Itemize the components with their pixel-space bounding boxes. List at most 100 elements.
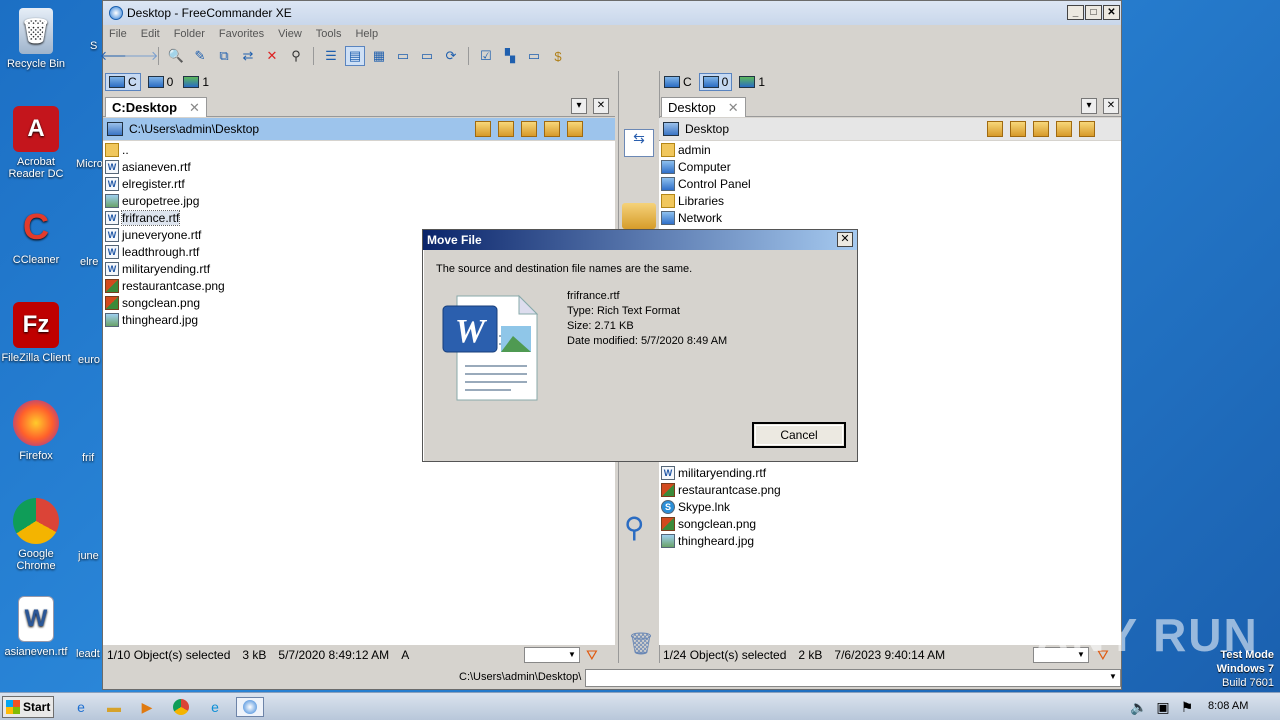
copy-icon[interactable]: ⧉ (214, 46, 234, 66)
list-item[interactable]: Libraries (659, 192, 1121, 209)
root-folder-icon[interactable] (544, 121, 560, 137)
list-item[interactable]: restaurantcase.png (659, 481, 1121, 498)
tab-desktop[interactable]: Desktop ✕ (661, 97, 746, 117)
list-item[interactable]: Welregister.rtf (103, 175, 615, 192)
folder-options-icon[interactable] (1079, 121, 1095, 137)
parent-folder-icon[interactable] (521, 121, 537, 137)
action-center-icon[interactable]: ⚑ (1176, 697, 1198, 717)
folder-options-icon[interactable] (567, 121, 583, 137)
filter-icon[interactable]: ⛛ (586, 647, 598, 664)
tab-dropdown-button[interactable]: ▾ (571, 98, 587, 114)
move-icon[interactable]: ⇄ (238, 46, 258, 66)
cancel-button[interactable]: Cancel (752, 422, 846, 448)
menu-help[interactable]: Help (355, 28, 378, 40)
drive-c-button[interactable]: C (105, 73, 141, 91)
chrome-icon[interactable] (170, 697, 192, 717)
list-item[interactable]: Wfrifrance.rtf (103, 209, 615, 226)
drive-c-button[interactable]: C (661, 74, 695, 90)
freecommander-taskbar-icon[interactable] (236, 697, 264, 717)
root-folder-icon[interactable] (1056, 121, 1072, 137)
desktop-icon-chrome[interactable]: Google Chrome (0, 498, 72, 572)
list-item[interactable]: europetree.jpg (103, 192, 615, 209)
list-item[interactable]: Computer (659, 158, 1121, 175)
left-path-bar[interactable]: C:\Users\admin\Desktop (103, 118, 615, 140)
close-button[interactable]: ✕ (1103, 5, 1120, 20)
ie-icon[interactable]: e (70, 697, 92, 717)
media-player-icon[interactable]: ▶ (136, 697, 158, 717)
desktop-icon-clipped[interactable]: leadt (76, 648, 102, 660)
binoculars-icon[interactable]: ⚲ (286, 46, 306, 66)
list-item[interactable]: Control Panel (659, 175, 1121, 192)
right-path-bar[interactable]: Desktop (659, 118, 1121, 140)
parent-folder-icon[interactable] (1033, 121, 1049, 137)
start-button[interactable]: Start (2, 696, 54, 718)
desktop-icon-clipped[interactable]: june (78, 550, 102, 562)
checklist-icon[interactable]: ☑ (476, 46, 496, 66)
tab-c-desktop[interactable]: C:Desktop ✕ (105, 97, 207, 117)
recycle-bin-icon[interactable]: 🗑 (627, 631, 655, 657)
forward-arrow-icon[interactable]: 🡒 (124, 46, 159, 66)
desktop-icon-clipped[interactable]: euro (78, 354, 102, 366)
tab-close-button[interactable]: ✕ (593, 98, 609, 114)
menu-folder[interactable]: Folder (174, 28, 205, 40)
list-item[interactable]: thingheard.jpg (659, 532, 1121, 549)
close-tab-icon[interactable]: ✕ (728, 100, 739, 115)
desktop-icon-clipped[interactable]: frif (82, 452, 102, 464)
desktop-icon-clipped[interactable]: elre (80, 256, 100, 268)
menu-edit[interactable]: Edit (141, 28, 160, 40)
list-item[interactable]: Wasianeven.rtf (103, 158, 615, 175)
sync-icon[interactable]: ⟳ (441, 46, 461, 66)
tab-close-button[interactable]: ✕ (1103, 98, 1119, 114)
view-list-icon[interactable]: ▤ (345, 46, 365, 66)
desktop-icon-filezilla[interactable]: Fz FileZilla Client (0, 302, 72, 364)
desktop-icon-asianeven[interactable]: W asianeven.rtf (0, 596, 72, 658)
script-icon[interactable]: $ (548, 46, 568, 66)
drive-1-button[interactable]: 1 (736, 74, 768, 90)
desktop-icon-ccleaner[interactable]: C CCleaner (0, 204, 72, 266)
list-item[interactable]: S Skype.lnk (659, 498, 1121, 515)
list-item[interactable]: .. (103, 141, 615, 158)
dialog-title[interactable]: Move File (423, 230, 857, 250)
favorites-icon[interactable] (1010, 121, 1026, 137)
list-item[interactable]: admin (659, 141, 1121, 158)
maximize-button[interactable]: □ (1085, 5, 1102, 20)
clock[interactable]: 8:08 AM (1208, 700, 1248, 712)
network-tray-icon[interactable]: ▣ (1152, 697, 1174, 717)
magnifier-icon[interactable]: ⚲ (624, 511, 645, 544)
desktop-icon-recycle-bin[interactable]: 🗑 Recycle Bin (0, 8, 72, 70)
menu-view[interactable]: View (278, 28, 302, 40)
folder-compare-icon[interactable] (622, 203, 656, 229)
rename-icon[interactable]: ✎ (190, 46, 210, 66)
panel-icon[interactable]: ▭ (524, 46, 544, 66)
desktop-icon-acrobat[interactable]: A Acrobat Reader DC (0, 106, 72, 180)
minimize-button[interactable]: _ (1067, 5, 1084, 20)
search-icon[interactable]: 🔍 (166, 46, 186, 66)
list-item[interactable]: Network (659, 209, 1121, 226)
tab-dropdown-button[interactable]: ▾ (1081, 98, 1097, 114)
left-filter-combo[interactable]: ▼ (524, 647, 580, 663)
speaker-icon[interactable]: 🔈 (1128, 697, 1150, 717)
desktop-icon-clipped[interactable]: Micro (76, 158, 102, 170)
favorites-icon[interactable] (498, 121, 514, 137)
swap-panels-icon[interactable]: ⇆ (624, 129, 654, 157)
drive-0-button[interactable]: 0 (698, 73, 733, 91)
history-icon[interactable] (475, 121, 491, 137)
drive-0-button[interactable]: 0 (145, 74, 177, 90)
window-titlebar[interactable]: Desktop - FreeCommander XE _ □ ✕ (103, 1, 1121, 25)
view-thumb-icon[interactable]: ▭ (393, 46, 413, 66)
view-mode-icon[interactable]: ▭ (417, 46, 437, 66)
menu-tools[interactable]: Tools (316, 28, 342, 40)
drive-1-button[interactable]: 1 (180, 74, 212, 90)
edge-icon[interactable]: e (204, 697, 226, 717)
view-details-icon[interactable]: ▦ (369, 46, 389, 66)
list-item[interactable]: songclean.png (659, 515, 1121, 532)
delete-icon[interactable]: ✕ (262, 46, 282, 66)
menu-favorites[interactable]: Favorites (219, 28, 264, 40)
close-tab-icon[interactable]: ✕ (189, 100, 200, 115)
view-tree-icon[interactable]: ☰ (321, 46, 341, 66)
desktop-icon-firefox[interactable]: Firefox (0, 400, 72, 462)
history-icon[interactable] (987, 121, 1003, 137)
command-line-input[interactable]: ▼ (585, 669, 1121, 687)
list-item[interactable]: Wmilitaryending.rtf (659, 464, 1121, 481)
explorer-icon[interactable]: ▬ (103, 697, 125, 717)
